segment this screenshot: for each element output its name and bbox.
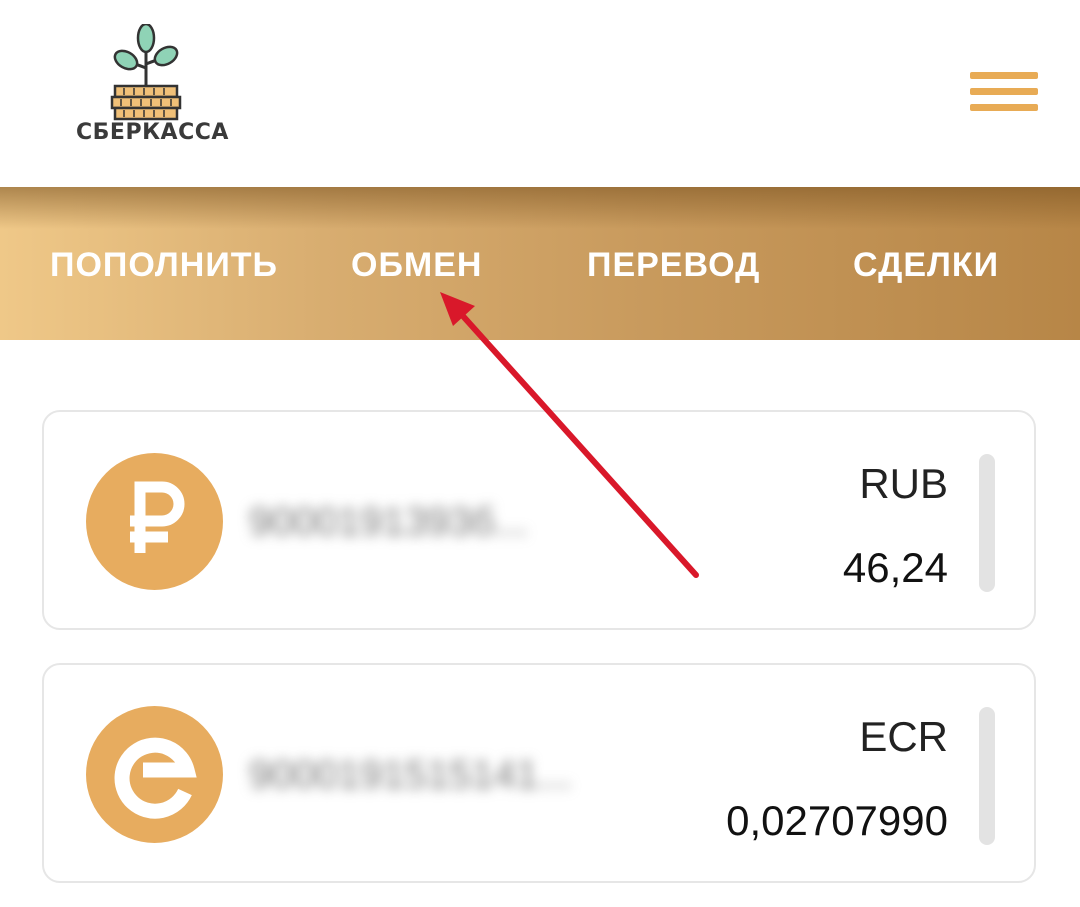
nav-deals[interactable]: СДЕЛКИ <box>853 245 999 285</box>
nav-transfer[interactable]: ПЕРЕВОД <box>587 245 760 285</box>
account-card-rub[interactable]: 9000191393б... RUB 46,24 <box>42 410 1036 630</box>
hamburger-menu-icon <box>970 72 1038 79</box>
sprout-on-coins-logo <box>110 24 182 121</box>
account-card-ecr[interactable]: 9000191515141... ECR 0,02707990 <box>42 663 1036 883</box>
hamburger-menu-icon-line-3 <box>970 104 1038 111</box>
account-number: 9000191393б... <box>249 500 528 544</box>
app-header: СБЕРКАССА <box>0 0 1080 187</box>
card-scroll-indicator <box>979 707 995 845</box>
page: СБЕРКАССА ПОПОЛНИТЬ ОБМЕН ПЕРЕВОД СДЕЛКИ… <box>0 0 1080 907</box>
hamburger-menu-button[interactable] <box>966 68 1042 114</box>
nav-exchange[interactable]: ОБМЕН <box>351 245 482 285</box>
account-number: 9000191515141... <box>249 753 572 797</box>
ruble-coin <box>86 453 223 590</box>
logo[interactable]: СБЕРКАССА <box>76 24 229 154</box>
account-balance: 46,24 <box>842 544 948 591</box>
action-nav-bar: ПОПОЛНИТЬ ОБМЕН ПЕРЕВОД СДЕЛКИ <box>0 187 1080 340</box>
logo-text: СБЕРКАССА <box>76 120 229 145</box>
account-balance: 0,02707990 <box>726 797 948 844</box>
card-scroll-indicator <box>979 454 995 592</box>
hamburger-menu-icon-line-2 <box>970 88 1038 95</box>
ecoin-coin <box>86 706 223 843</box>
nav-top-up[interactable]: ПОПОЛНИТЬ <box>50 245 278 285</box>
ecoin-icon <box>114 737 197 819</box>
currency-code: RUB <box>859 460 948 507</box>
ruble-icon <box>130 481 185 553</box>
currency-code: ECR <box>859 713 948 760</box>
